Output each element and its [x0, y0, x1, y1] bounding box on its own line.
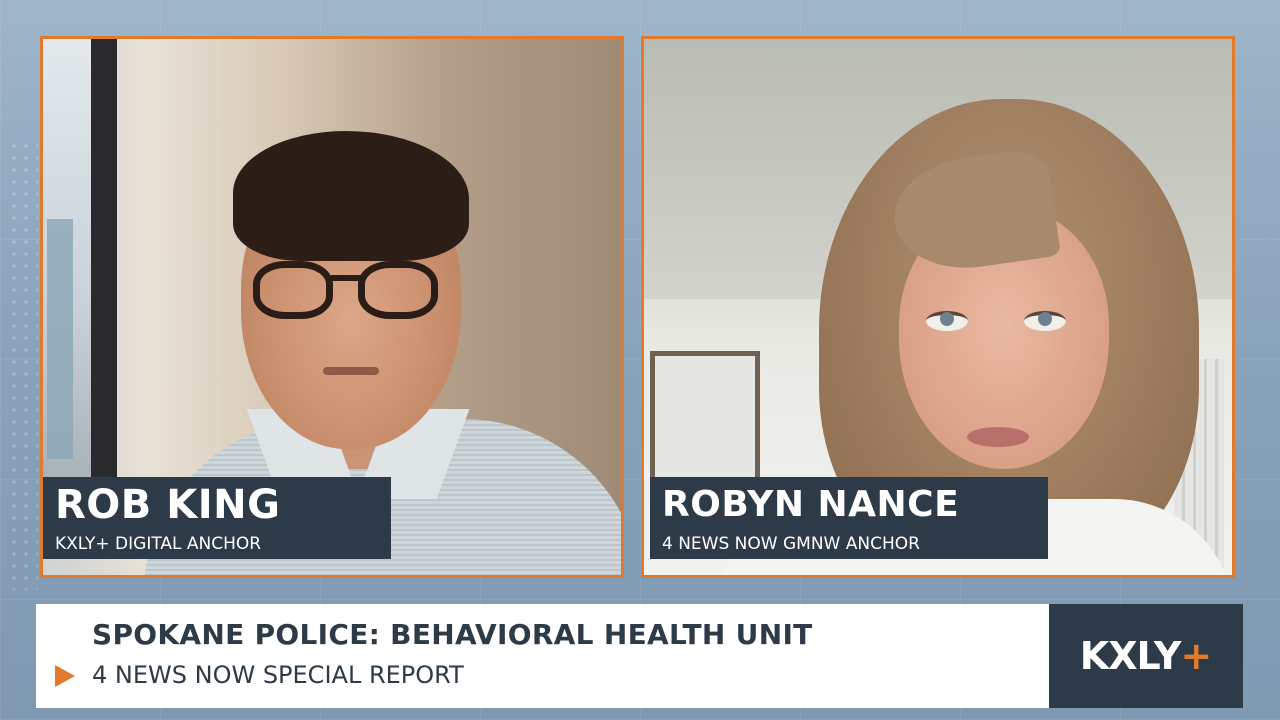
lower-third-banner: SPOKANE POLICE: BEHAVIORAL HEALTH UNIT 4…: [36, 604, 1049, 708]
person-lips: [967, 427, 1029, 447]
headline: SPOKANE POLICE: BEHAVIORAL HEALTH UNIT: [92, 618, 813, 651]
glasses-left-lens: [253, 261, 333, 319]
subline-text: 4 NEWS NOW SPECIAL REPORT: [92, 661, 464, 689]
glasses-bridge: [331, 275, 361, 281]
name-plate-right: ROBYN NANCE 4 NEWS NOW GMNW ANCHOR: [650, 477, 1048, 559]
background-window: [43, 39, 91, 479]
guest-title-right: 4 NEWS NOW GMNW ANCHOR: [662, 534, 920, 554]
person-mouth: [323, 367, 379, 375]
glasses-right-lens: [358, 261, 438, 319]
station-logo: KXLY +: [1049, 604, 1243, 708]
logo-plus: +: [1180, 634, 1213, 678]
guest-name-right: ROBYN NANCE: [662, 484, 960, 525]
background-dots: [8, 140, 38, 590]
name-plate-left: ROB KING KXLY+ DIGITAL ANCHOR: [43, 477, 391, 559]
guest-title-left: KXLY+ DIGITAL ANCHOR: [55, 534, 262, 554]
logo-text: KXLY: [1079, 634, 1182, 678]
video-panel-left: ROB KING KXLY+ DIGITAL ANCHOR: [40, 36, 624, 578]
video-panel-right: ROBYN NANCE 4 NEWS NOW GMNW ANCHOR: [641, 36, 1235, 578]
play-icon: [55, 665, 75, 687]
guest-name-left: ROB KING: [55, 482, 281, 528]
person-hair: [233, 131, 469, 261]
subline: 4 NEWS NOW SPECIAL REPORT: [52, 658, 1049, 692]
